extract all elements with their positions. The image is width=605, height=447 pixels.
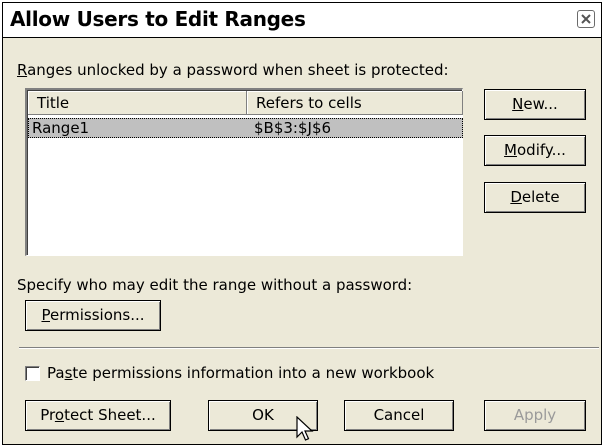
modify-button[interactable]: Modify...: [484, 135, 586, 166]
delete-button[interactable]: Delete: [484, 182, 586, 213]
ranges-label: Ranges unlocked by a password when sheet…: [17, 61, 449, 79]
new-button[interactable]: New...: [484, 89, 586, 120]
protect-sheet-button[interactable]: Protect Sheet...: [25, 400, 171, 431]
title-bar[interactable]: Allow Users to Edit Ranges: [3, 3, 601, 38]
dialog-title: Allow Users to Edit Ranges: [10, 7, 306, 31]
ranges-list-header: Title Refers to cells: [28, 91, 463, 115]
permissions-button[interactable]: Permissions...: [25, 300, 161, 331]
arrow-cursor-icon: [296, 416, 316, 444]
paste-permissions-label[interactable]: Paste permissions information into a new…: [47, 364, 434, 382]
range-title-cell: Range1: [32, 119, 90, 137]
range-refers-to-cell: $B$3:$J$6: [254, 119, 332, 137]
close-button[interactable]: [577, 10, 595, 28]
separator-line: [19, 347, 599, 349]
close-icon: [581, 14, 591, 24]
column-header-title[interactable]: Title: [28, 91, 247, 115]
allow-users-edit-ranges-dialog: Allow Users to Edit Ranges Ranges unlock…: [2, 2, 602, 445]
apply-button[interactable]: Apply: [484, 400, 586, 431]
range-row[interactable]: Range1 $B$3:$J$6: [28, 118, 463, 138]
ranges-list[interactable]: Title Refers to cells Range1 $B$3:$J$6: [25, 88, 463, 256]
specify-permissions-label: Specify who may edit the range without a…: [17, 276, 413, 294]
column-header-refers-to-cells[interactable]: Refers to cells: [247, 91, 463, 115]
paste-permissions-checkbox[interactable]: [25, 366, 40, 381]
cancel-button[interactable]: Cancel: [344, 400, 454, 431]
